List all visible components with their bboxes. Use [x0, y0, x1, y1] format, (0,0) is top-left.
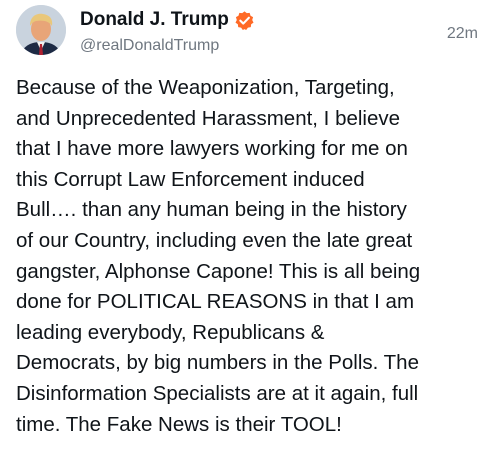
post-card: Donald J. Trump @realDonaldTrump 22m Bec…	[0, 0, 500, 466]
author-name-row: Donald J. Trump	[80, 9, 255, 31]
verified-badge-icon	[235, 10, 254, 30]
post-text: Because of the Weaponization, Targeting,…	[16, 76, 421, 436]
avatar-image	[16, 5, 66, 55]
author-handle[interactable]: @realDonaldTrump	[80, 36, 219, 56]
author-display-name[interactable]: Donald J. Trump	[80, 9, 229, 31]
post-timestamp[interactable]: 22m	[447, 24, 478, 44]
avatar[interactable]	[16, 5, 66, 55]
